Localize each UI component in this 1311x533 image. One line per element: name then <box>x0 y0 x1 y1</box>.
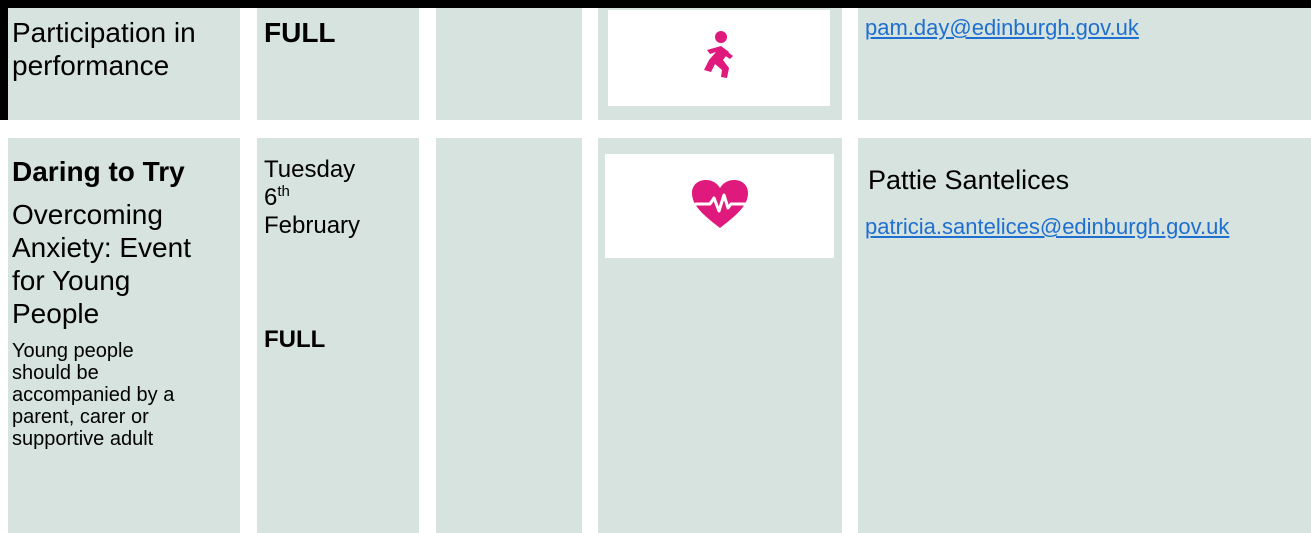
row1-contact-cell: pam.day@edinburgh.gov.uk <box>858 8 1311 120</box>
row1-title-cell: Participation in performance <box>8 8 240 120</box>
row1-title-line2: performance <box>12 50 170 81</box>
row2-date-cell: Tuesday 6th February FULL <box>257 138 419 533</box>
row2-subtitle-line4: People <box>12 298 100 329</box>
row2-note-line5: supportive adult <box>12 428 154 450</box>
row1-empty-cell <box>436 8 582 120</box>
row2-title-cell: Daring to Try Overcoming Anxiety: Event … <box>8 138 240 533</box>
row1-icon-cell <box>598 8 842 120</box>
row2-contact-email[interactable]: patricia.santelices@edinburgh.gov.uk <box>865 214 1229 240</box>
row2-note-line1: Young people <box>12 340 134 362</box>
row2-icon-cell <box>598 138 842 533</box>
row1-icon-box <box>608 10 830 106</box>
row1-status-full: FULL <box>264 17 336 48</box>
row2-empty-cell <box>436 138 582 533</box>
row2-note-line2: should be <box>12 362 99 384</box>
row2-note-line3: accompanied by a <box>12 384 175 406</box>
row1-contact-email[interactable]: pam.day@edinburgh.gov.uk <box>865 15 1139 41</box>
row2-date-day: Tuesday <box>264 156 356 183</box>
table-top-border <box>0 0 1311 8</box>
row2-icon-box <box>605 154 834 258</box>
row2-date-number-line: 6th <box>264 184 360 212</box>
row2-date-ordinal: th <box>277 183 290 200</box>
row2-date-number: 6 <box>264 184 278 211</box>
row2-status-full: FULL <box>264 326 326 353</box>
row2-title-bold: Daring to Try <box>12 156 185 187</box>
heartbeat-icon <box>688 178 752 235</box>
row2-subtitle-line2: Anxiety: Event <box>12 232 191 263</box>
row1-date-cell: FULL <box>257 8 419 120</box>
row2-date-month: February <box>264 212 361 239</box>
row2-contact-cell: Pattie Santelices patricia.santelices@ed… <box>858 138 1311 533</box>
row2-contact-name: Pattie Santelices <box>868 165 1070 195</box>
row1-title-line1: Participation in <box>12 17 196 48</box>
row2-note-line4: parent, carer or <box>12 406 149 428</box>
events-table: Participation in performance FULL pam.da… <box>0 0 1311 533</box>
running-person-icon <box>699 30 739 87</box>
table-left-border <box>0 0 8 120</box>
row2-subtitle-line1: Overcoming <box>12 199 163 230</box>
row2-subtitle-line3: for Young <box>12 265 131 296</box>
